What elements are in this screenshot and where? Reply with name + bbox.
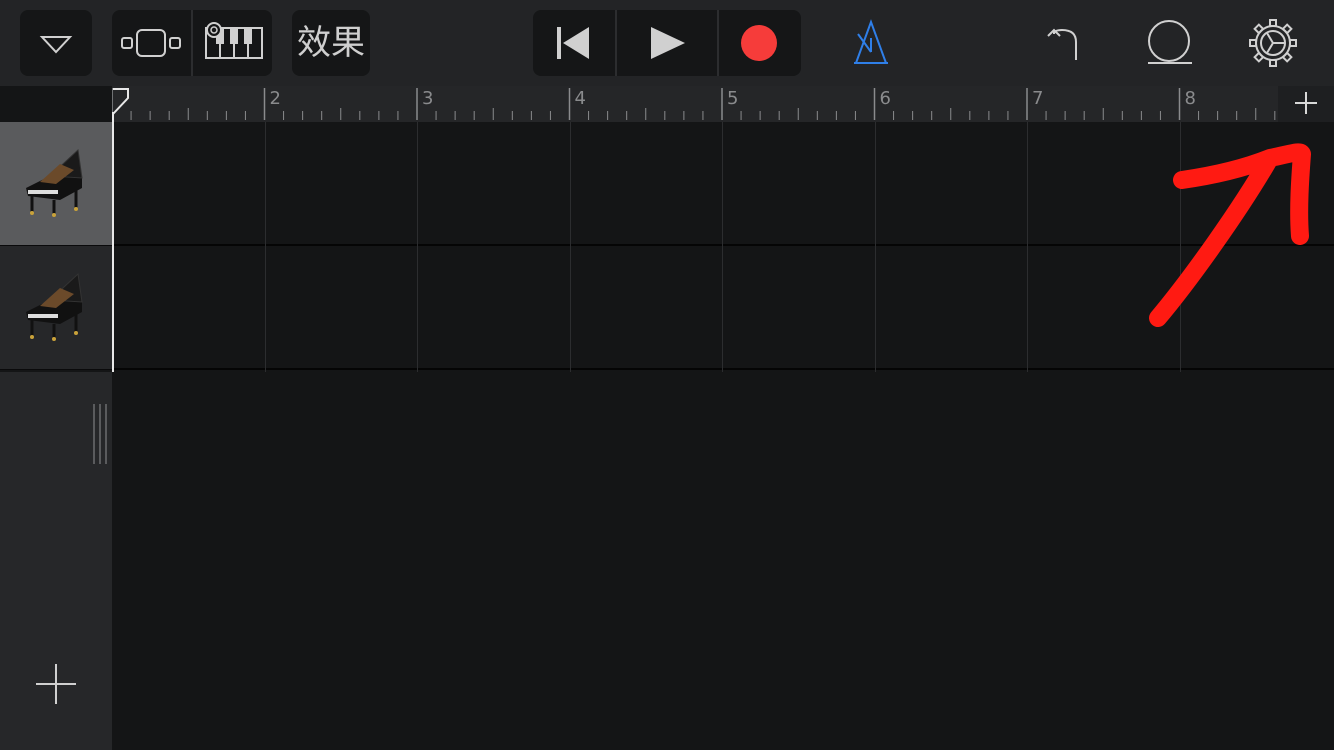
bar-gridline [874, 122, 876, 372]
fx-button[interactable]: 效果 [292, 10, 370, 76]
bar-gridline [722, 122, 723, 372]
record-icon[interactable] [719, 10, 801, 76]
view-toggle-group [112, 10, 272, 76]
ruler-bar-number: 6 [879, 88, 891, 109]
bar-gridline [264, 122, 266, 372]
ruler-ticks [112, 88, 1276, 120]
bar-gridline [569, 122, 571, 372]
add-section-button[interactable] [1278, 86, 1334, 122]
undo-icon[interactable] [1028, 10, 1094, 76]
settings-gear-icon[interactable] [1240, 10, 1306, 76]
transport-controls [533, 10, 801, 76]
bar-gridline [417, 122, 418, 372]
toolbar: 效果 [0, 0, 1334, 86]
ruler-bar-number: 3 [422, 88, 434, 109]
playhead[interactable] [112, 112, 114, 372]
add-track-button[interactable] [30, 658, 82, 710]
grand-piano-icon [26, 148, 83, 217]
keyboard-settings-icon[interactable] [192, 10, 272, 76]
grand-piano-icon [26, 272, 83, 341]
ruler-bar-number: 8 [1184, 88, 1196, 109]
ruler-bar-number: 7 [1032, 88, 1044, 109]
timeline-ruler[interactable]: 2 3 4 5 6 7 8 [112, 86, 1334, 122]
dropdown-triangle-icon [39, 36, 73, 54]
loop-icon[interactable] [1136, 10, 1202, 76]
bar-gridline [1027, 122, 1028, 372]
track-view-icon[interactable] [112, 10, 192, 76]
fx-button-label: 效果 [297, 23, 365, 63]
play-icon[interactable] [617, 10, 717, 76]
tracks-dropdown-button[interactable] [20, 10, 92, 76]
red-arrow-annotation [1149, 143, 1311, 327]
plus-icon [1295, 92, 1317, 114]
resize-grip-icon[interactable] [92, 404, 110, 466]
ruler-bar-number: 5 [727, 88, 739, 109]
track-header-2[interactable] [0, 246, 112, 370]
ruler-bar-number: 2 [269, 88, 281, 109]
metronome-icon[interactable] [838, 10, 904, 76]
ruler-bar-number: 4 [574, 88, 586, 109]
rewind-icon[interactable] [533, 10, 615, 76]
playhead-handle[interactable] [112, 88, 130, 120]
track-header-1[interactable] [0, 122, 112, 246]
